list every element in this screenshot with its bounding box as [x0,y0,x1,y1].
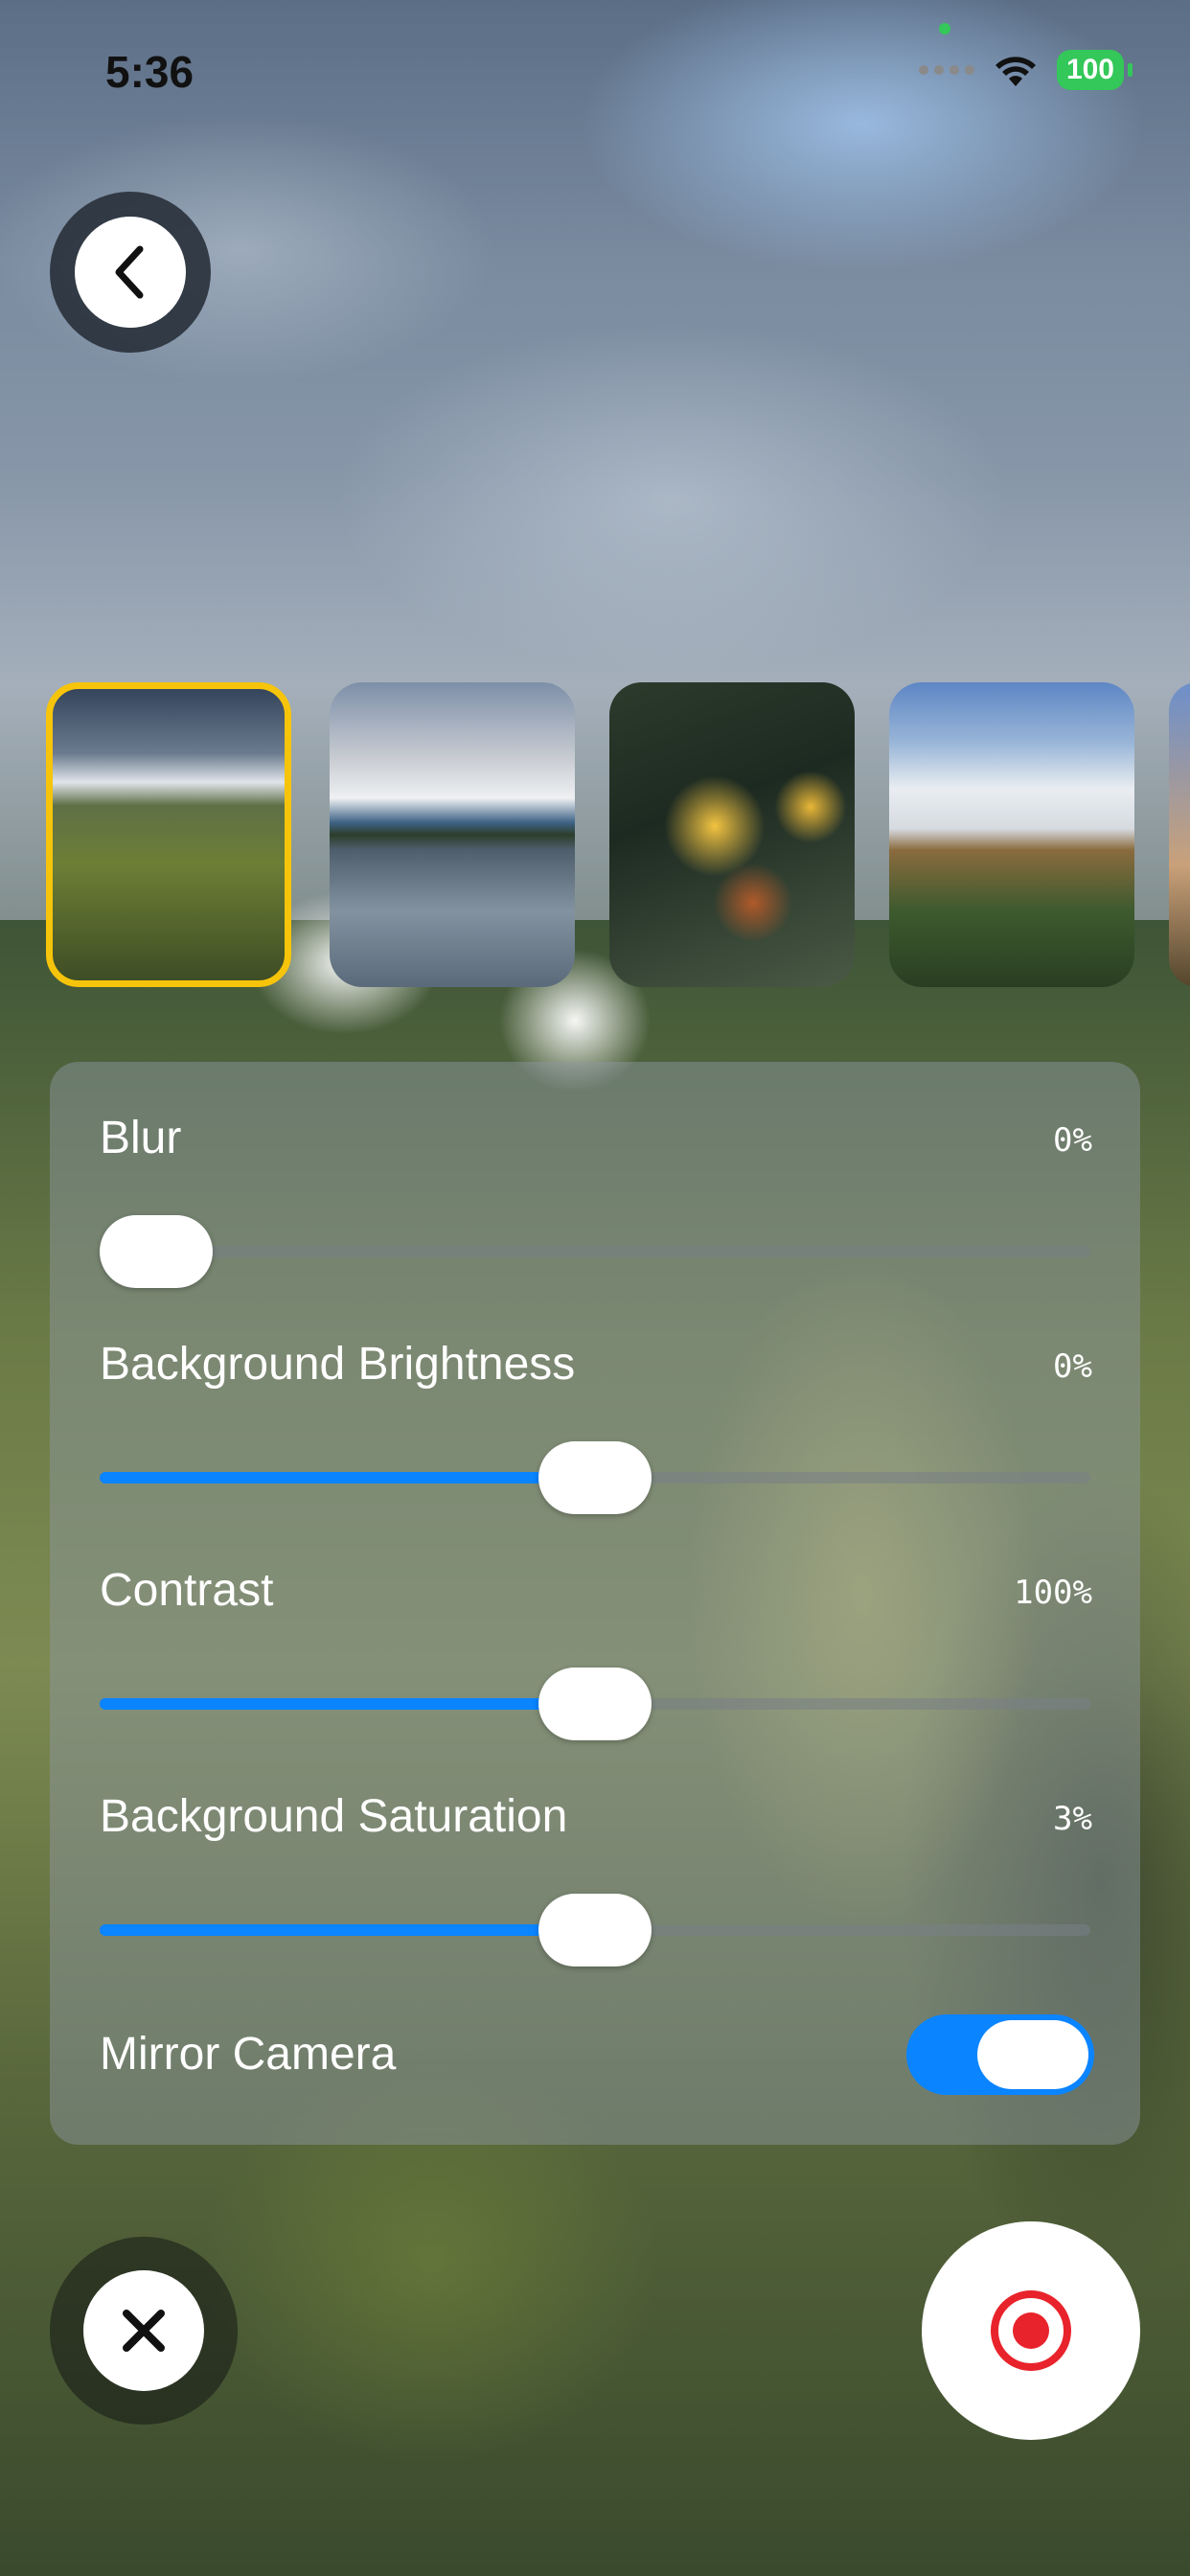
blur-label: Blur [100,1113,182,1163]
brightness-slider-thumb[interactable] [538,1441,652,1514]
brightness-label: Background Brightness [100,1339,576,1390]
saturation-slider-thumb[interactable] [538,1894,652,1966]
camera-indicator-dot [939,23,950,34]
background-thumbnail-mountain-ridge[interactable] [46,682,291,987]
background-thumbnail-autumn-leaves[interactable] [609,682,855,987]
contrast-value: 100% [1014,1574,1092,1612]
contrast-slider-thumb[interactable] [538,1668,652,1740]
saturation-value: 3% [1053,1800,1092,1838]
battery-icon: 100 [1056,50,1124,90]
mirror-camera-label: Mirror Camera [100,2029,397,2080]
wifi-icon [995,57,1036,86]
status-time: 5:36 [105,47,195,97]
settings-panel: Blur 0% Background Brightness 0% Contras… [50,1062,1140,2145]
brightness-slider-fill [100,1472,595,1484]
status-icons: 100 [918,50,1133,90]
saturation-label: Background Saturation [100,1791,568,1842]
mirror-camera-toggle[interactable] [906,2014,1094,2095]
blur-slider[interactable] [100,1246,1090,1257]
blur-value: 0% [1053,1121,1092,1160]
background-thumbnail-city-sunset[interactable] [1169,682,1190,987]
record-button[interactable] [922,2221,1140,2440]
blur-slider-thumb[interactable] [100,1215,213,1288]
saturation-slider-fill [100,1924,595,1936]
background-thumbnail-lake-clouds[interactable] [330,682,575,987]
background-thumbnail-foggy-valley[interactable] [889,682,1134,987]
contrast-slider-fill [100,1698,595,1710]
close-button[interactable] [50,2237,238,2425]
cellular-signal-icon [918,65,974,75]
background-picker [46,682,1190,989]
chevron-left-icon [115,245,144,299]
back-button[interactable] [50,192,211,353]
close-icon [123,2310,165,2352]
mirror-camera-toggle-thumb [977,2020,1088,2089]
contrast-label: Contrast [100,1565,274,1616]
brightness-value: 0% [1053,1347,1092,1386]
record-icon [991,2290,1071,2371]
battery-tip [1128,63,1133,77]
